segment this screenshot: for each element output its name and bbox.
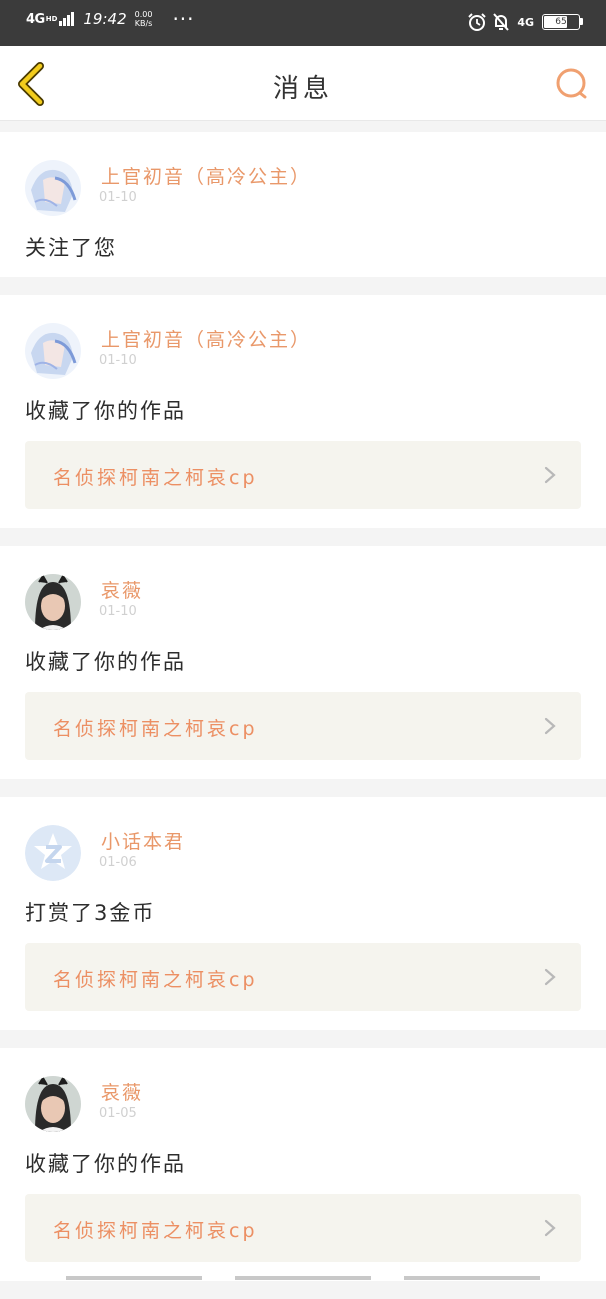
avatar[interactable] (25, 160, 81, 216)
status-left: 4G HD 19:42 0.00 KB/s ··· (26, 7, 195, 31)
message-time: 01-06 (99, 855, 137, 870)
work-title: 名侦探柯南之柯哀cp (53, 969, 258, 991)
nav-hint-bar (66, 1276, 202, 1280)
chevron-right-icon (544, 466, 556, 484)
work-title: 名侦探柯南之柯哀cp (53, 467, 258, 489)
message-list: 上官初音（高冷公主） 01-10 关注了您 上官初音（高冷公主） 01-10 收… (0, 132, 606, 1299)
work-link[interactable]: 名侦探柯南之柯哀cp (25, 1194, 581, 1262)
card-header: 上官初音（高冷公主） 01-10 (25, 295, 581, 379)
card-header: 上官初音（高冷公主） 01-10 (25, 132, 581, 216)
message-card: 上官初音（高冷公主） 01-10 关注了您 (0, 132, 606, 277)
message-time: 01-05 (99, 1106, 137, 1121)
battery-icon: 65 (542, 14, 583, 30)
girl-photo-avatar-icon (25, 574, 81, 630)
signal-icon (59, 12, 75, 26)
nav-hint-bar (404, 1276, 540, 1280)
alarm-icon (468, 13, 487, 31)
more-notifications-icon: ··· (172, 7, 195, 31)
message-time: 01-10 (99, 604, 137, 619)
anime-girl-avatar-icon (25, 160, 81, 216)
username[interactable]: 哀薇 (101, 1078, 143, 1105)
chevron-right-icon (544, 717, 556, 735)
status-right: 4G 65 (463, 12, 583, 32)
avatar[interactable] (25, 1076, 81, 1132)
message-text: 收藏了你的作品 (25, 650, 186, 674)
card-header: 小话本君 01-06 (25, 797, 581, 881)
clock-time: 19:42 (83, 10, 127, 28)
message-card: 哀薇 01-10 收藏了你的作品 名侦探柯南之柯哀cp (0, 546, 606, 779)
message-time: 01-10 (99, 353, 137, 368)
message-card: 小话本君 01-06 打赏了3金币 名侦探柯南之柯哀cp (0, 797, 606, 1030)
speed-value: 0.00 (134, 10, 153, 19)
username[interactable]: 上官初音（高冷公主） (101, 162, 311, 189)
message-text: 收藏了你的作品 (25, 399, 186, 423)
message-card: 哀薇 01-05 收藏了你的作品 名侦探柯南之柯哀cp (0, 1048, 606, 1281)
work-title: 名侦探柯南之柯哀cp (53, 1220, 258, 1242)
nav-header: 消息 (0, 46, 606, 121)
chevron-right-icon (544, 1219, 556, 1237)
chevron-right-icon (544, 968, 556, 986)
work-link[interactable]: 名侦探柯南之柯哀cp (25, 441, 581, 509)
battery-level: 65 (555, 17, 567, 27)
girl-photo-avatar-icon (25, 1076, 81, 1132)
avatar[interactable] (25, 574, 81, 630)
message-text: 关注了您 (25, 236, 117, 260)
card-header: 哀薇 01-05 (25, 1048, 581, 1132)
bottom-nav-hint (66, 1276, 540, 1280)
network-sup: HD (45, 15, 58, 23)
avatar[interactable] (25, 825, 81, 881)
username[interactable]: 小话本君 (101, 827, 185, 854)
status-bar: 4G HD 19:42 0.00 KB/s ··· 4G 65 (0, 0, 606, 46)
page-title: 消息 (272, 74, 333, 104)
avatar[interactable] (25, 323, 81, 379)
message-card: 上官初音（高冷公主） 01-10 收藏了你的作品 名侦探柯南之柯哀cp (0, 295, 606, 528)
network-label: 4G (26, 11, 45, 27)
work-title: 名侦探柯南之柯哀cp (53, 718, 258, 740)
username[interactable]: 上官初音（高冷公主） (101, 325, 311, 352)
speed-unit: KB/s (134, 19, 153, 28)
username[interactable]: 哀薇 (101, 576, 143, 603)
message-text: 收藏了你的作品 (25, 1152, 186, 1176)
cell-network-label: 4G (517, 15, 534, 29)
z-logo-avatar-icon (25, 825, 81, 881)
message-text: 打赏了3金币 (25, 901, 156, 925)
card-header: 哀薇 01-10 (25, 546, 581, 630)
work-link[interactable]: 名侦探柯南之柯哀cp (25, 692, 581, 760)
search-button[interactable] (554, 66, 590, 102)
mute-bell-icon (493, 13, 510, 31)
nav-hint-bar (235, 1276, 371, 1280)
network-speed: 0.00 KB/s (135, 10, 153, 28)
work-link[interactable]: 名侦探柯南之柯哀cp (25, 943, 581, 1011)
anime-girl-avatar-icon (25, 323, 81, 379)
message-time: 01-10 (99, 190, 137, 205)
